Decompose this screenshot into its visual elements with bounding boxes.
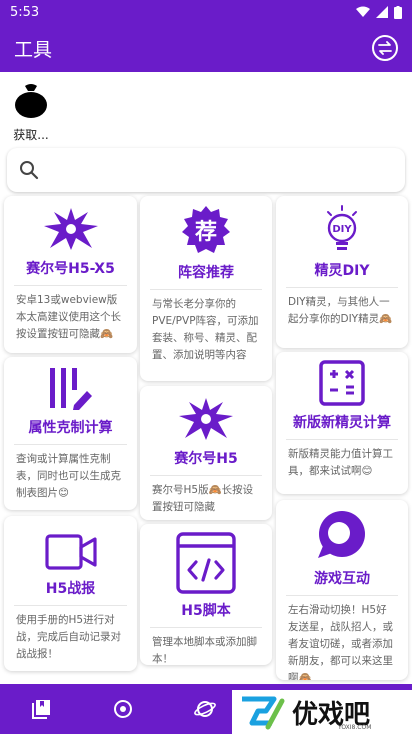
tool-card-attribute-counter[interactable]: 属性克制计算 查询或计算属性克制表，同时也可以生成克制表图片😊 (4, 357, 137, 510)
card-desc: 使用手册的H5进行对战，完成后自动记录对战战报！ (16, 614, 121, 660)
divider (286, 439, 398, 440)
recommend-badge-text: 荐 (194, 220, 217, 245)
card-title: 阵容推荐 (178, 265, 234, 281)
planet-icon (194, 701, 216, 717)
tool-card-new-spirit-calc[interactable]: 新版新精灵计算 新版精灵能力值计算工具，都来试试啊😊 (276, 352, 408, 494)
card-desc: 新版精灵能力值计算工具，都来试试啊😊 (288, 448, 393, 477)
avatar[interactable]: 获取... (9, 80, 53, 143)
nav-item-book[interactable] (0, 684, 82, 734)
divider (150, 289, 262, 290)
watermark-url: YOXI8.COM (338, 724, 372, 731)
avatar-bag-icon (15, 84, 47, 118)
watermark-logo-icon (242, 696, 285, 730)
status-icons (356, 5, 402, 19)
card-title: 赛尔号H5 (174, 451, 238, 467)
card-desc: 管理本地脚本或添加脚本！ (152, 636, 257, 665)
tool-card-seer-h5[interactable]: 赛尔号H5 赛尔号H5版🙈长按设置按钮可隐藏 (140, 386, 272, 520)
tool-card-seer-h5-x5[interactable]: 赛尔号H5-X5 安卓13或webview版本太高建议使用这个长按设置按钮可隐藏… (4, 196, 137, 353)
card-desc: DIY精灵，与其他人一起分享你的DIY精灵🙈 (288, 296, 393, 325)
swap-icon (378, 41, 392, 55)
spiky-creature-icon (43, 208, 98, 250)
divider (14, 444, 127, 445)
tool-card-h5-script[interactable]: H5脚本 管理本地脚本或添加脚本！ (140, 524, 272, 665)
tool-card-lineup-recommend[interactable]: 荐 阵容推荐 与常长老分享你的PVE/PVP阵容，可添加套装、称号、精灵、配置、… (140, 196, 272, 381)
spiky-creature-icon (179, 398, 233, 440)
card-title: H5战报 (45, 581, 96, 597)
wifi-icon (356, 6, 370, 17)
card-desc: 安卓13或webview版本太高建议使用这个长按设置按钮可隐藏🙈 (16, 294, 121, 340)
nav-item-camera[interactable] (82, 684, 164, 734)
divider (150, 627, 262, 628)
divider (286, 595, 398, 596)
diy-bulb-text: DIY (332, 224, 352, 235)
calculator-icon (319, 360, 365, 406)
status-time: 5:53 (10, 4, 40, 20)
watermark-logo: 优戏吧 YOXI8.COM (232, 690, 412, 734)
signal-icon (376, 6, 388, 18)
tool-card-h5-battle-report[interactable]: H5战报 使用手册的H5进行对战，完成后自动记录对战战报！ (4, 516, 137, 671)
video-camera-icon (44, 534, 97, 570)
divider (150, 475, 262, 476)
divider (14, 605, 127, 606)
card-desc: 与常长老分享你的PVE/PVP阵容，可添加套装、称号、精灵、配置、添加说明等内容 (152, 298, 259, 361)
book-icon (32, 700, 50, 719)
card-title: H5脚本 (181, 603, 231, 619)
card-desc: 查询或计算属性克制表，同时也可以生成克制表图片😊 (16, 453, 121, 499)
divider (286, 287, 398, 288)
card-title: 属性克制计算 (28, 420, 113, 436)
code-window-icon (176, 532, 236, 594)
tool-card-spirit-diy[interactable]: DIY 精灵DIY DIY精灵，与其他人一起分享你的DIY精灵🙈 (276, 196, 408, 348)
card-desc: 赛尔号H5版🙈长按设置按钮可隐藏 (152, 484, 254, 513)
app-bar: 工具 (0, 24, 412, 72)
search-box[interactable] (7, 148, 405, 192)
avatar-label: 获取... (13, 128, 49, 142)
tool-card-game-interaction[interactable]: 游戏互动 左右滑动切换！H5好友送星，战队招人，或者友谊切磋，或者添加新朋友，都… (276, 500, 408, 680)
card-title: 新版新精灵计算 (293, 415, 391, 431)
card-title: 精灵DIY (314, 263, 370, 279)
card-desc: 左右滑动切换！H5好友送星，战队招人，或者友谊切磋，或者添加新朋友，都可以来这里… (288, 604, 393, 680)
status-bar: 5:53 (0, 0, 412, 24)
battery-icon (394, 5, 402, 19)
card-title: 赛尔号H5-X5 (26, 261, 115, 277)
swap-button[interactable] (372, 35, 398, 61)
card-title: 游戏互动 (314, 571, 370, 587)
attribute-chart-icon (49, 368, 92, 410)
page-title: 工具 (14, 38, 53, 61)
chat-bubble-icon (318, 511, 365, 558)
search-icon (20, 161, 39, 180)
camera-lens-icon (114, 700, 132, 718)
divider (14, 285, 127, 286)
